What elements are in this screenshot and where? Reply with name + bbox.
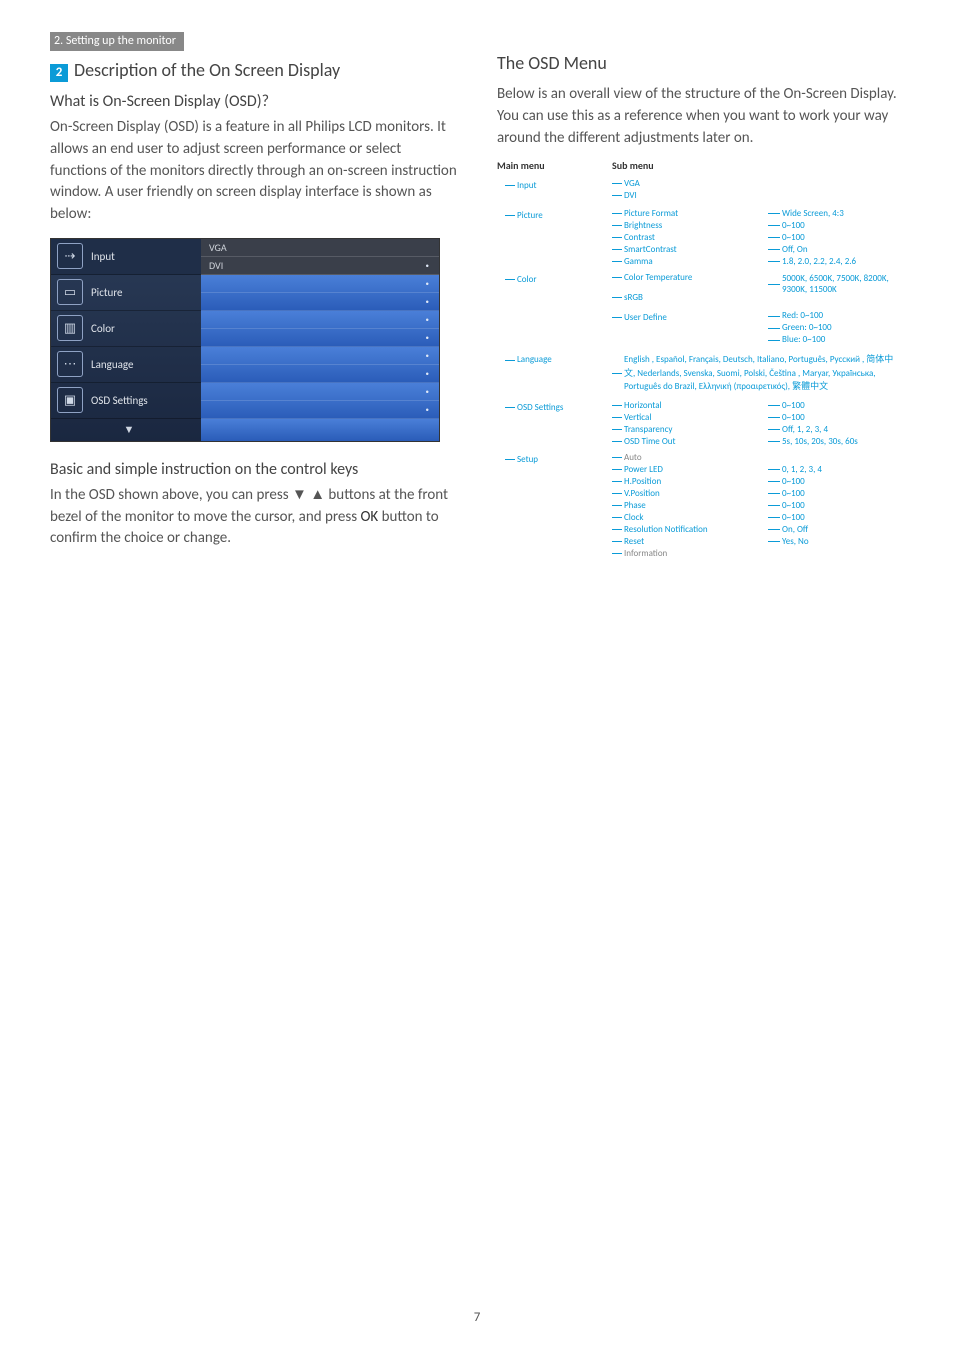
tree-auto: Auto <box>624 451 762 463</box>
tree-val: Off, On <box>782 243 904 255</box>
tree-gamma: Gamma <box>624 255 762 267</box>
tree-reset: Reset <box>624 535 762 547</box>
osd-sub-vga: VGA <box>201 239 439 257</box>
osd-label: Language <box>91 358 133 371</box>
tree-val: 0~100 <box>782 219 904 231</box>
tree-val: Red: 0~100 <box>782 310 904 322</box>
picture-icon: ▭ <box>57 279 83 305</box>
tree-transparency: Transparency <box>624 423 762 435</box>
tree-smartcontrast: SmartContrast <box>624 243 762 255</box>
tree-val: 0~100 <box>782 499 904 511</box>
osd-label: Input <box>91 250 115 263</box>
osd-item-language: ⋯ Language <box>51 347 201 383</box>
osd-item-picture: ▭ Picture <box>51 275 201 311</box>
tree-val: Green: 0~100 <box>782 322 904 334</box>
osd-label: Color <box>91 322 115 335</box>
tree-user-define: User Define <box>624 311 762 323</box>
osd-preview: ⇢ Input VGA DVI• ▭ Picture •• ▥ Color <box>50 238 440 442</box>
tree-picture: Picture <box>517 209 612 221</box>
tree-val: 5000K, 6500K, 7500K, 8200K, 9300K, 11500… <box>782 271 904 297</box>
color-icon: ▥ <box>57 315 83 341</box>
arrow-down-icon: ▼ <box>124 423 135 436</box>
osd-item-settings: ▣ OSD Settings <box>51 383 201 419</box>
tree-vga: VGA <box>624 177 762 189</box>
tree-input: Input <box>517 179 612 191</box>
tree-val: 0~100 <box>782 399 904 411</box>
tree-val: 0~100 <box>782 475 904 487</box>
tree-picture-format: Picture Format <box>624 207 762 219</box>
tree-val: Wide Screen, 4:3 <box>782 207 904 219</box>
osd-label: Picture <box>91 286 123 299</box>
tree-phase: Phase <box>624 499 762 511</box>
osd-label: OSD Settings <box>91 394 148 407</box>
tree-header-sub: Sub menu <box>612 161 654 171</box>
tree-val: On, Off <box>782 523 904 535</box>
tree-power-led: Power LED <box>624 463 762 475</box>
tree-information: Information <box>624 547 762 559</box>
tree-color: Color <box>517 273 612 285</box>
section-number: 2 <box>50 64 68 82</box>
tree-val: Yes, No <box>782 535 904 547</box>
tree-val: 0~100 <box>782 487 904 499</box>
page-title: 2 Description of the On Screen Display <box>50 59 457 82</box>
osd-sub-dvi: DVI• <box>201 257 439 275</box>
tree-setup: Setup <box>517 453 612 465</box>
tree-hposition: H.Position <box>624 475 762 487</box>
tree-dvi: DVI <box>624 189 762 201</box>
language-icon: ⋯ <box>57 351 83 377</box>
heading-osd-what: What is On-Screen Display (OSD)? <box>50 92 457 111</box>
tree-vposition: V.Position <box>624 487 762 499</box>
tree-clock: Clock <box>624 511 762 523</box>
osd-tree: Main menu Sub menu Input VGA DVI Picture… <box>497 161 904 559</box>
input-icon: ⇢ <box>57 243 83 269</box>
tree-language: Language <box>517 354 612 366</box>
page-number: 7 <box>0 1310 954 1325</box>
tree-resolution-notif: Resolution Notification <box>624 523 762 535</box>
tree-val: Off, 1, 2, 3, 4 <box>782 423 904 435</box>
heading-osd-menu: The OSD Menu <box>497 52 904 74</box>
tree-val: Blue: 0~100 <box>782 334 904 346</box>
osd-item-color: ▥ Color <box>51 311 201 347</box>
tree-srgb: sRGB <box>624 291 762 303</box>
heading-controls: Basic and simple instruction on the cont… <box>50 460 457 479</box>
tree-color-temp: Color Temperature <box>624 271 762 283</box>
tree-vertical: Vertical <box>624 411 762 423</box>
osd-item-input: ⇢ Input <box>51 239 201 275</box>
paragraph-osd-menu: Below is an overall view of the structur… <box>497 84 904 149</box>
tree-osd-settings: OSD Settings <box>517 401 612 413</box>
section-tag: 2. Setting up the monitor <box>50 32 184 51</box>
settings-icon: ▣ <box>57 387 83 413</box>
tree-val: 0~100 <box>782 411 904 423</box>
tree-val: 1.8, 2.0, 2.2, 2.4, 2.6 <box>782 255 904 267</box>
tree-header-main: Main menu <box>497 161 612 171</box>
tree-language-list: English , Español, Français, Deutsch, It… <box>624 352 904 396</box>
tree-contrast: Contrast <box>624 231 762 243</box>
tree-val: 5s, 10s, 20s, 30s, 60s <box>782 435 904 447</box>
tree-val: 0~100 <box>782 231 904 243</box>
tree-brightness: Brightness <box>624 219 762 231</box>
title-text: Description of the On Screen Display <box>74 59 340 81</box>
tree-val: 0, 1, 2, 3, 4 <box>782 463 904 475</box>
tree-osd-timeout: OSD Time Out <box>624 435 762 447</box>
paragraph-controls: In the OSD shown above, you can press ▼ … <box>50 485 457 550</box>
tree-horizontal: Horizontal <box>624 399 762 411</box>
tree-val: 0~100 <box>782 511 904 523</box>
paragraph-osd-desc: On-Screen Display (OSD) is a feature in … <box>50 117 457 226</box>
